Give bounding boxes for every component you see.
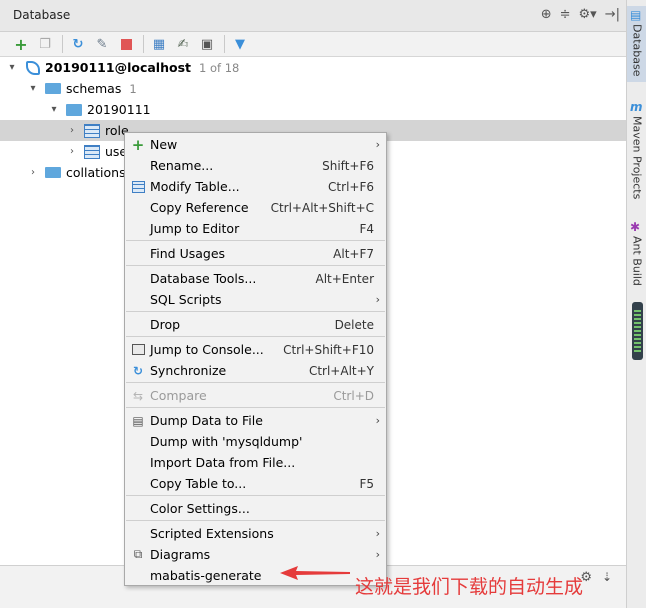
schemas-count: 1 [129, 81, 137, 96]
hide-panel-icon[interactable]: →| [605, 7, 620, 23]
menu-item-scripted-extensions[interactable]: Scripted Extensions › [125, 523, 386, 544]
menu-item-sql-scripts[interactable]: SQL Scripts › [125, 289, 386, 310]
toolbar-separator [224, 35, 225, 53]
pin-icon[interactable]: ⇣ [602, 570, 612, 584]
database-icon: ▤ [630, 8, 642, 22]
side-tab-ant-label: Ant Build [630, 236, 644, 286]
menu-separator [126, 336, 385, 337]
menu-item-copy-table[interactable]: Copy Table to... F5 [125, 473, 386, 494]
plus-icon: + [131, 135, 145, 154]
save-icon: ▤ [132, 413, 144, 428]
properties-icon[interactable]: ✎ [91, 34, 113, 54]
folder-icon [45, 83, 61, 94]
menu-item-new[interactable]: + New › [125, 134, 386, 155]
stop-icon[interactable] [115, 34, 137, 54]
submenu-arrow-icon: › [375, 138, 380, 151]
mysql-datasource-icon [26, 60, 40, 75]
collations-label: collations [66, 165, 126, 180]
table-editor-icon[interactable]: ▦ [148, 34, 170, 54]
side-tab-database[interactable]: ▤ Database [627, 6, 646, 82]
menu-separator [126, 520, 385, 521]
side-tab-database-label: Database [630, 24, 644, 77]
ant-icon: ✱ [630, 220, 641, 234]
tree-item-datasource[interactable]: ▾ 20190111@localhost 1 of 18 [0, 57, 626, 78]
tool-window-title: Database [13, 8, 71, 22]
menu-item-rename[interactable]: Rename... Shift+F6 [125, 155, 386, 176]
table-icon [130, 179, 146, 195]
menu-item-database-tools[interactable]: Database Tools... Alt+Enter [125, 268, 386, 289]
collapse-icon[interactable]: ≑ [560, 7, 571, 23]
header-actions: ⊕ ≑ ⚙▾ →| [541, 7, 620, 23]
menu-item-dump-mysqldump[interactable]: Dump with 'mysqldump' [125, 431, 386, 452]
diagram-icon: ⧉ [133, 547, 143, 561]
menu-separator [126, 311, 385, 312]
menu-separator [126, 407, 385, 408]
annotation-arrow-icon [280, 566, 350, 580]
expand-arrow-icon[interactable]: ▾ [48, 104, 60, 115]
add-icon[interactable]: + [10, 34, 32, 54]
menu-item-modify-table[interactable]: Modify Table... Ctrl+F6 [125, 176, 386, 197]
table-icon [84, 123, 100, 138]
memory-indicator[interactable] [632, 302, 643, 360]
submenu-arrow-icon: › [375, 414, 380, 427]
tool-window-header: Database ⊕ ≑ ⚙▾ →| [0, 0, 626, 32]
target-icon[interactable]: ⊕ [541, 7, 552, 23]
menu-item-jump-to-editor[interactable]: Jump to Editor F4 [125, 218, 386, 239]
edit-source-icon[interactable]: ✍ [172, 34, 194, 54]
expand-arrow-icon[interactable]: ▾ [27, 83, 39, 94]
menu-separator [126, 382, 385, 383]
menu-item-find-usages[interactable]: Find Usages Alt+F7 [125, 243, 386, 264]
schema-icon [66, 103, 82, 116]
schemas-label: schemas [66, 81, 122, 96]
submenu-arrow-icon: › [375, 527, 380, 540]
table-icon [84, 144, 100, 159]
duplicate-icon[interactable]: ❐ [34, 34, 56, 54]
menu-item-dump-data[interactable]: ▤ Dump Data to File › [125, 410, 386, 431]
collapse-arrow-icon[interactable]: › [27, 167, 39, 178]
menu-item-color-settings[interactable]: Color Settings... [125, 498, 386, 519]
console-icon[interactable]: ▣ [196, 34, 218, 54]
menu-separator [126, 265, 385, 266]
tree-item-schemas[interactable]: ▾ schemas 1 [0, 78, 626, 99]
context-menu: + New › Rename... Shift+F6 Modify Table.… [124, 132, 387, 586]
maven-icon: m [630, 100, 643, 114]
collapse-arrow-icon[interactable]: › [66, 125, 78, 136]
side-tab-maven[interactable]: m Maven Projects [627, 98, 646, 202]
console-icon [130, 342, 146, 358]
menu-item-compare[interactable]: ⇆ Compare Ctrl+D [125, 385, 386, 406]
schema-label: 20190111 [87, 102, 151, 117]
side-tab-ant[interactable]: ✱ Ant Build [627, 218, 646, 292]
menu-separator [126, 240, 385, 241]
folder-icon [45, 167, 61, 178]
ide-window: Database ⊕ ≑ ⚙▾ →| + ❐ ↻ ✎ ▦ ✍ ▣ ▼ ▾ 201… [0, 0, 646, 608]
toolbar-separator [62, 35, 63, 53]
menu-separator [126, 495, 385, 496]
submenu-arrow-icon: › [375, 548, 380, 561]
expand-arrow-icon[interactable]: ▾ [6, 62, 18, 73]
menu-item-synchronize[interactable]: ↻ Synchronize Ctrl+Alt+Y [125, 360, 386, 381]
menu-item-diagrams[interactable]: ⧉ Diagrams › [125, 544, 386, 565]
menu-item-copy-reference[interactable]: Copy Reference Ctrl+Alt+Shift+C [125, 197, 386, 218]
datasource-count: 1 of 18 [198, 60, 240, 75]
menu-item-drop[interactable]: Drop Delete [125, 314, 386, 335]
tree-item-schema[interactable]: ▾ 20190111 [0, 99, 626, 120]
refresh-icon[interactable]: ↻ [67, 34, 89, 54]
database-toolbar: + ❐ ↻ ✎ ▦ ✍ ▣ ▼ [0, 32, 626, 57]
compare-icon: ⇆ [132, 388, 144, 403]
menu-item-import-data[interactable]: Import Data from File... [125, 452, 386, 473]
collapse-arrow-icon[interactable]: › [66, 146, 78, 157]
toolbar-separator [143, 35, 144, 53]
filter-icon[interactable]: ▼ [229, 34, 251, 54]
side-tab-maven-label: Maven Projects [630, 116, 644, 200]
right-tool-strip: ▤ Database m Maven Projects ✱ Ant Build [626, 0, 646, 608]
menu-item-jump-to-console[interactable]: Jump to Console... Ctrl+Shift+F10 [125, 339, 386, 360]
sync-icon: ↻ [132, 363, 144, 378]
datasource-label: 20190111@localhost [45, 60, 191, 75]
submenu-arrow-icon: › [375, 293, 380, 306]
annotation-text: 这就是我们下载的自动生成 [355, 576, 584, 598]
settings-gear-icon[interactable]: ⚙▾ [579, 7, 597, 23]
